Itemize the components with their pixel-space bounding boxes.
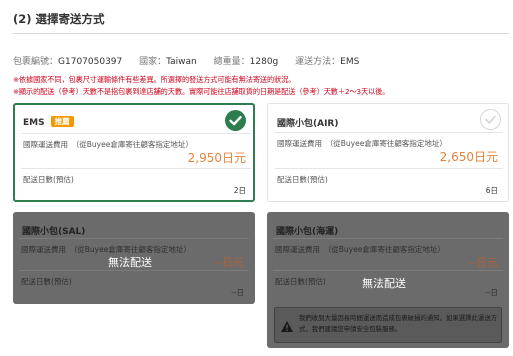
shipping-method-value: EMS: [340, 57, 360, 67]
days-row: 配送日數(預估) 2日: [21, 168, 251, 198]
fee-value: 2,950日元: [187, 151, 246, 165]
weight-value: 1280g: [249, 57, 279, 67]
warning-triangle-icon: [280, 318, 294, 337]
fee-value: 2,650日元: [439, 150, 498, 164]
days-label: 配送日數(預估): [23, 175, 74, 184]
country-value: Taiwan: [166, 57, 197, 67]
delivery-days-warning-text: ※顯示的配送（參考）天數不是指包裹到達店舖的天數。實際可能往店舖取貨的日期是配送…: [13, 87, 390, 96]
fee-value: --日元: [214, 256, 244, 269]
shipping-option-sal: 國際小包(SAL) 國際運送費用 （從Buyee倉庫寄往顧客指定地址） --日元…: [13, 212, 255, 304]
fee-label: 國際運送費用 （從Buyee倉庫寄往顧客指定地址）: [23, 140, 193, 149]
fee-row: 國際運送費用 （從Buyee倉庫寄往顧客指定地址） 2,650日元: [275, 132, 503, 168]
days-row: 配送日數(預估) 6日: [275, 168, 503, 198]
days-label: 配送日數(預估): [275, 277, 326, 286]
fee-row: 國際運送費用 （從Buyee倉庫寄往顧客指定地址） 2,950日元: [21, 133, 251, 168]
notice-text: 我們收到大量因長時間運送而造成包裹破損的通知。如果選擇此運送方式，我們建議您申請…: [299, 314, 498, 333]
recommended-badge: 推薦: [50, 116, 74, 127]
days-value: 6日: [485, 186, 498, 195]
package-number-label: 包裹編號：: [13, 57, 59, 67]
check-circle-icon[interactable]: [225, 110, 246, 131]
country-label: 國家：: [139, 57, 167, 67]
option-name: EMS 推薦: [23, 116, 74, 128]
shipping-option-air[interactable]: 國際小包(AIR) 國際運送費用 （從Buyee倉庫寄往顧客指定地址） 2,65…: [267, 103, 509, 202]
package-info-row: 包裹編號：G1707050397 國家：Taiwan 總重量：1280g 運送方…: [13, 54, 373, 67]
package-number-value: G1707050397: [58, 57, 123, 67]
section-title: (2) 選擇寄送方式: [13, 12, 105, 26]
days-value: 2日: [233, 186, 246, 195]
size-warning-text: ※依據國家不同，包裹尺寸運輸條件有些差異。所選擇的發送方式可能有無法寄送的狀況。: [13, 75, 296, 84]
days-value: --日: [231, 288, 244, 297]
option-name-label: 國際小包(海運): [276, 227, 339, 237]
unavailable-label: 無法配送: [362, 277, 406, 290]
fee-label: 國際運送費用 （從Buyee倉庫寄往顧客指定地址）: [275, 245, 445, 254]
shipping-option-ems[interactable]: EMS 推薦 國際運送費用 （從Buyee倉庫寄往顧客指定地址） 2,950日元 …: [13, 103, 255, 202]
days-value: --日: [485, 288, 498, 297]
damage-notice: 我們收到大量因長時間運送而造成包裹破損的通知。如果選擇此運送方式，我們建議您申請…: [274, 307, 502, 343]
check-circle-outline-icon[interactable]: [480, 109, 501, 130]
fee-label: 國際運送費用 （從Buyee倉庫寄往顧客指定地址）: [21, 245, 191, 254]
option-name-label: 國際小包(AIR): [277, 119, 339, 129]
shipping-option-sea: 國際小包(海運) 國際運送費用 （從Buyee倉庫寄往顧客指定地址） --日元 …: [267, 212, 509, 348]
option-name-label: 國際小包(SAL): [22, 227, 86, 237]
days-row: 配送日數(預估) --日: [19, 270, 249, 300]
days-label: 配送日數(預估): [277, 175, 328, 184]
weight-label: 總重量：: [213, 57, 250, 67]
fee-value: --日元: [468, 256, 498, 269]
fee-row: 國際運送費用 （從Buyee倉庫寄往顧客指定地址） --日元: [273, 238, 503, 270]
days-label: 配送日數(預估): [21, 277, 72, 286]
fee-label: 國際運送費用 （從Buyee倉庫寄往顧客指定地址）: [277, 139, 447, 148]
option-name-label: EMS: [23, 118, 45, 128]
shipping-method-label: 運送方法：: [295, 57, 341, 67]
unavailable-label: 無法配送: [108, 256, 152, 269]
section-divider: [13, 33, 509, 34]
